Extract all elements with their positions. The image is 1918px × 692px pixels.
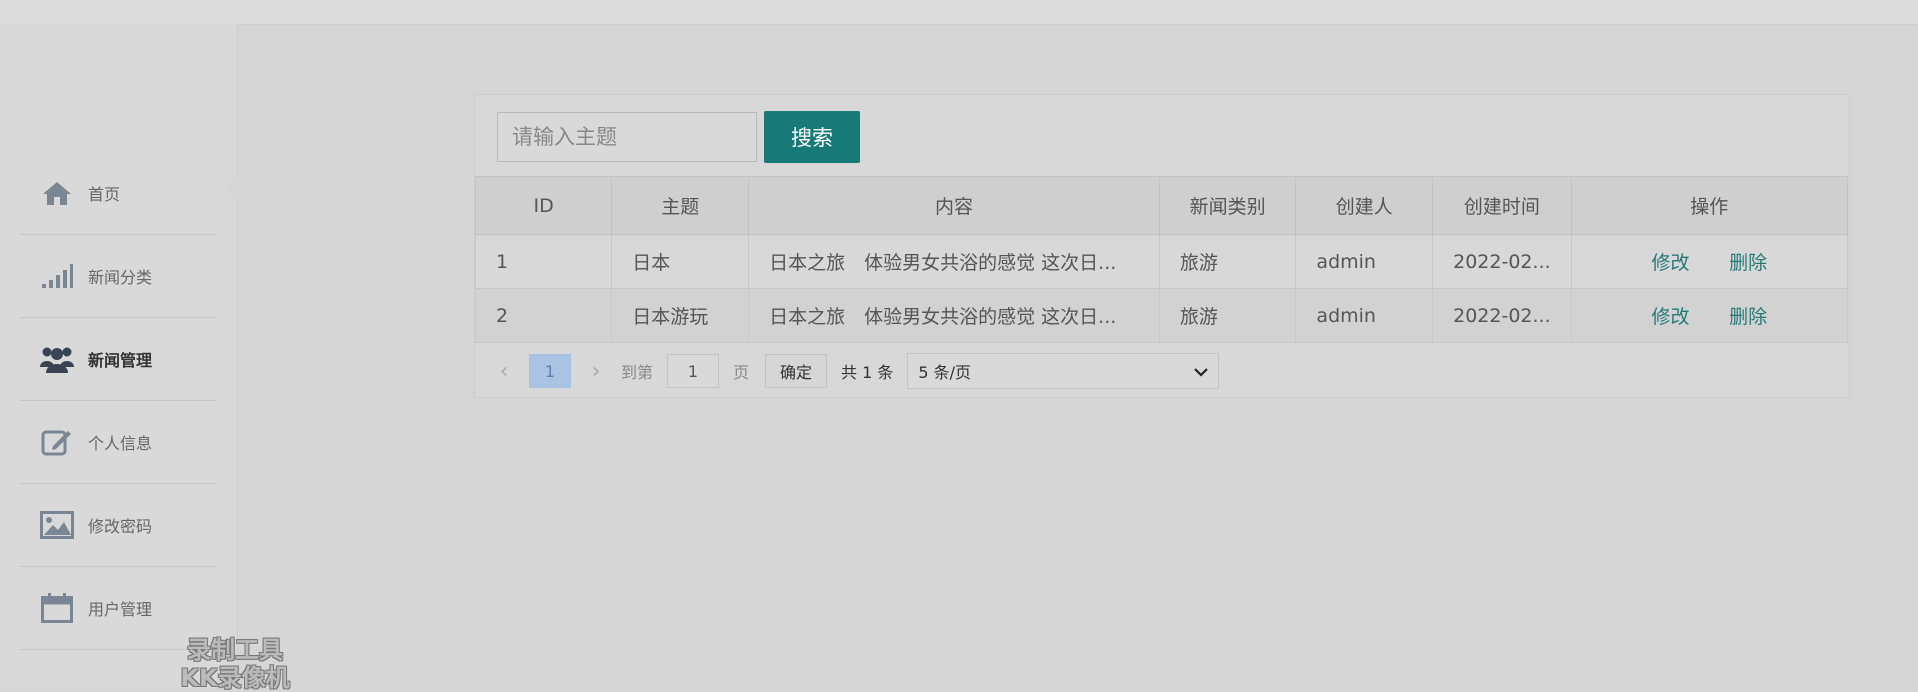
column-header-title: 主题 xyxy=(611,176,750,235)
home-icon xyxy=(40,176,74,210)
page-size-select[interactable]: 5 条/页 xyxy=(907,353,1220,389)
sidebar-item-label: 个人信息 xyxy=(88,434,153,453)
page-suffix-label: 页 xyxy=(733,363,750,382)
row-actions: 修改 删除 xyxy=(1592,302,1827,329)
next-page-button[interactable]: › xyxy=(587,359,605,384)
image-icon xyxy=(40,508,74,542)
cell-title: 日本 xyxy=(611,234,750,289)
prev-page-button[interactable]: ‹ xyxy=(495,359,513,384)
search-input[interactable] xyxy=(497,112,757,162)
edit-icon xyxy=(40,425,74,459)
users-icon xyxy=(40,342,74,376)
cell-category: 旅游 xyxy=(1158,234,1297,289)
sidebar-item-label: 用户管理 xyxy=(88,600,153,619)
page-number-1[interactable]: 1 xyxy=(529,354,571,388)
edit-link[interactable]: 修改 xyxy=(1651,248,1689,275)
delete-link[interactable]: 删除 xyxy=(1729,302,1767,329)
cell-created-time: 2022-02... xyxy=(1432,234,1572,289)
cell-actions: 修改 删除 xyxy=(1570,234,1849,289)
edit-link[interactable]: 修改 xyxy=(1651,302,1689,329)
news-list-panel: 搜索 ID 主题 内容 新闻类别 创建人 创建时间 操作 1 日本 日本之旅 体… xyxy=(474,94,1850,398)
cell-content: 日本之旅 体验男女共浴的感觉 这次日... xyxy=(748,234,1160,289)
sidebar-item-profile[interactable]: 个人信息 xyxy=(20,401,217,484)
cell-content: 日本之旅 体验男女共浴的感觉 这次日... xyxy=(748,288,1160,343)
search-bar: 搜索 xyxy=(497,111,860,163)
column-header-category: 新闻类别 xyxy=(1158,176,1297,235)
recorder-watermark: 录制工具 KK录像机 xyxy=(160,636,310,692)
sidebar-item-label: 修改密码 xyxy=(88,517,153,536)
table-header-row: ID 主题 内容 新闻类别 创建人 创建时间 操作 xyxy=(474,176,1849,235)
column-header-created-time: 创建时间 xyxy=(1432,176,1572,235)
cell-title: 日本游玩 xyxy=(611,288,750,343)
chevron-down-icon xyxy=(1194,362,1209,381)
column-header-actions: 操作 xyxy=(1570,176,1849,235)
column-header-content: 内容 xyxy=(748,176,1160,235)
goto-confirm-button[interactable]: 确定 xyxy=(765,354,828,388)
cell-id: 1 xyxy=(474,234,613,289)
sidebar-item-news-category[interactable]: 新闻分类 xyxy=(20,235,217,318)
column-header-id: ID xyxy=(474,176,613,235)
cell-id: 2 xyxy=(474,288,613,343)
cell-category: 旅游 xyxy=(1158,288,1297,343)
cell-actions: 修改 删除 xyxy=(1570,288,1849,343)
cell-created-time: 2022-02... xyxy=(1432,288,1572,343)
sidebar-item-news-management[interactable]: 新闻管理 xyxy=(20,318,217,401)
total-count: 共 1 条 xyxy=(841,363,894,382)
active-item-pointer xyxy=(224,173,238,203)
sidebar-item-change-password[interactable]: 修改密码 xyxy=(20,484,217,567)
search-button[interactable]: 搜索 xyxy=(764,111,860,163)
sidebar-nav: 首页 新闻分类 新闻管理 个人信息 修改密码 用户管理 xyxy=(20,152,217,650)
signal-bars-icon xyxy=(40,259,74,293)
page-size-value: 5 条/页 xyxy=(918,363,972,382)
row-actions: 修改 删除 xyxy=(1592,248,1827,275)
sidebar-item-label: 新闻分类 xyxy=(88,268,153,287)
watermark-line: 录制工具 xyxy=(187,636,283,664)
sidebar-item-home[interactable]: 首页 xyxy=(20,152,217,235)
table-row: 1 日本 日本之旅 体验男女共浴的感觉 这次日... 旅游 admin 2022… xyxy=(474,234,1849,289)
cell-creator: admin xyxy=(1295,234,1434,289)
sidebar: 首页 新闻分类 新闻管理 个人信息 修改密码 用户管理 xyxy=(0,24,238,688)
goto-page-input[interactable] xyxy=(667,354,720,388)
sidebar-item-label: 首页 xyxy=(88,185,121,204)
news-table: ID 主题 内容 新闻类别 创建人 创建时间 操作 1 日本 日本之旅 体验男女… xyxy=(474,176,1849,343)
top-bar xyxy=(0,0,1918,25)
cell-creator: admin xyxy=(1295,288,1434,343)
delete-link[interactable]: 删除 xyxy=(1729,248,1767,275)
goto-label: 到第 xyxy=(621,363,654,382)
sidebar-item-label: 新闻管理 xyxy=(88,351,153,370)
column-header-creator: 创建人 xyxy=(1295,176,1434,235)
calendar-icon xyxy=(40,591,74,625)
table-row: 2 日本游玩 日本之旅 体验男女共浴的感觉 这次日... 旅游 admin 20… xyxy=(474,288,1849,343)
pagination: ‹ 1 › 到第 页 确定 共 1 条 5 条/页 xyxy=(495,353,1220,389)
